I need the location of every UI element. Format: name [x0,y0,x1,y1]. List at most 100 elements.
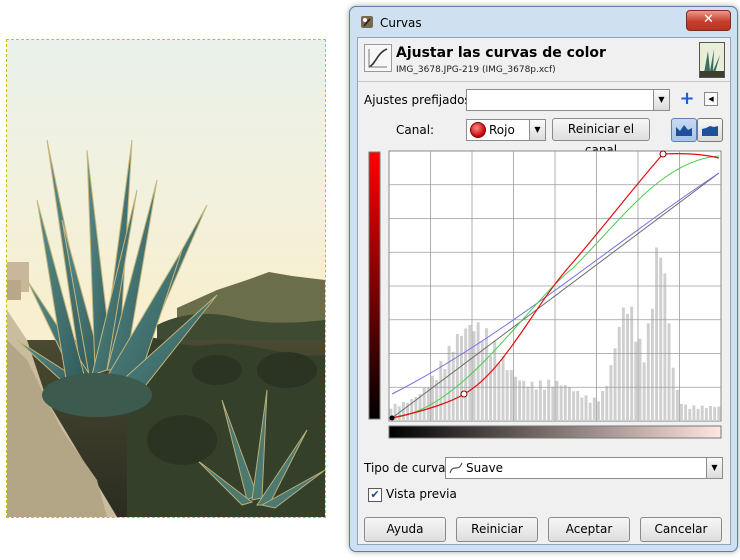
histogram-bar [493,340,497,421]
dialog-client: Ajustar las curvas de color IMG_3678.JPG… [357,37,731,545]
histogram-bar [613,348,617,421]
histogram-bar [684,404,688,421]
histogram-bar [563,385,567,421]
histogram-bar [630,306,634,421]
curve-type-combo[interactable]: Suave ▼ [445,457,723,479]
histogram-bar [514,376,517,421]
plus-icon[interactable]: + [679,90,695,108]
histogram-bar [547,379,551,421]
histogram-bar [692,405,696,421]
output-gradient-bar [368,151,381,420]
histogram-bar [597,401,600,421]
histogram-bar [621,307,625,421]
histogram-bar [484,328,488,421]
histogram-bar [468,325,472,421]
histogram-bar [605,386,609,421]
presets-label: Ajustes prefijados: [364,93,475,107]
histogram-bar [538,380,542,421]
histogram-bar [501,356,505,421]
image-filename: IMG_3678.JPG-219 (IMG_3678p.xcf) [396,65,556,75]
histogram-bar [522,380,526,421]
histogram-bar [655,247,659,421]
histogram-bar [717,406,721,421]
input-gradient-bar [388,425,722,439]
histogram-bar [431,375,434,421]
reset-channel-button[interactable]: Reiniciar el canal [552,118,650,157]
titlebar[interactable]: Curvas ✕ [350,7,737,37]
window-title: Curvas [380,16,422,30]
chevron-down-icon[interactable]: ▼ [706,458,722,478]
curves-tool-icon [364,44,392,72]
histogram-bar [576,390,580,421]
curves-dialog: Curvas ✕ Ajustar las curvas de color IMG… [349,6,738,552]
histogram-bar [642,362,646,421]
histogram-bar [476,322,480,421]
histogram-bar [609,365,613,421]
histogram-bar [451,351,455,421]
linear-histogram-icon[interactable] [671,118,697,142]
header-separator [358,81,730,82]
histogram-bar [638,338,642,421]
preview-checkbox[interactable]: ✔ [368,488,382,502]
curve-type-label: Tipo de curva: [364,461,450,475]
reset-button[interactable]: Reiniciar [456,517,538,542]
help-button[interactable]: Ayuda [364,517,446,542]
agave-photo [7,40,325,517]
histogram-bar [464,328,468,421]
image-canvas[interactable] [6,39,326,518]
ok-button[interactable]: Aceptar [548,517,630,542]
histogram-bar [584,395,588,421]
histogram-bar [696,408,700,421]
control-point [460,390,468,398]
histogram-bar [580,397,584,421]
histogram-bar [551,386,555,421]
histogram-bar [675,389,679,421]
histogram-bar [671,367,675,421]
histogram-bar [567,387,571,421]
histogram-bar [401,402,405,421]
histogram-bar [626,313,629,421]
histogram-bar [497,362,501,421]
histogram-bar [509,370,513,421]
histogram-bar [489,355,493,421]
histogram-bar [559,385,563,421]
histogram-bar [650,308,654,421]
histogram-bar [460,335,463,421]
histogram-bar [588,402,592,421]
histogram-bar [518,380,522,421]
histogram-bar [601,391,605,421]
cancel-button[interactable]: Cancelar [640,517,722,542]
histogram-bar [663,273,667,421]
control-point [389,415,395,421]
histogram-bar [526,386,530,421]
presets-combo[interactable]: ▼ [466,89,670,111]
histogram-bar [447,345,451,421]
histogram-bar [659,257,663,421]
chevron-down-icon[interactable]: ▼ [529,120,545,140]
channel-value: Rojo [489,123,515,137]
histogram-bar [617,326,621,421]
close-button[interactable]: ✕ [686,10,731,31]
histogram-bar [646,323,650,421]
histogram-bar [505,370,509,421]
histogram-bar [700,405,704,421]
histogram-bar [455,333,459,421]
menu-arrow-icon[interactable]: ◀ [704,92,718,106]
histogram-bar [543,389,546,421]
log-histogram-icon[interactable] [697,118,723,142]
gimp-app-icon [361,16,373,28]
histogram-bar [439,360,443,421]
histogram-bar [572,391,576,421]
dialog-heading: Ajustar las curvas de color [396,45,606,61]
curve-editor[interactable] [363,148,728,446]
histogram-bar [709,406,712,421]
histogram-bar [592,397,596,421]
histogram-bar [534,389,538,421]
histogram-bar [426,387,430,421]
histogram-bar [688,408,692,421]
channel-combo[interactable]: Rojo ▼ [466,119,546,141]
image-thumbnail [699,42,725,78]
curve-type-value: Suave [466,461,504,475]
histogram-bar [472,331,476,421]
chevron-down-icon[interactable]: ▼ [653,90,669,110]
